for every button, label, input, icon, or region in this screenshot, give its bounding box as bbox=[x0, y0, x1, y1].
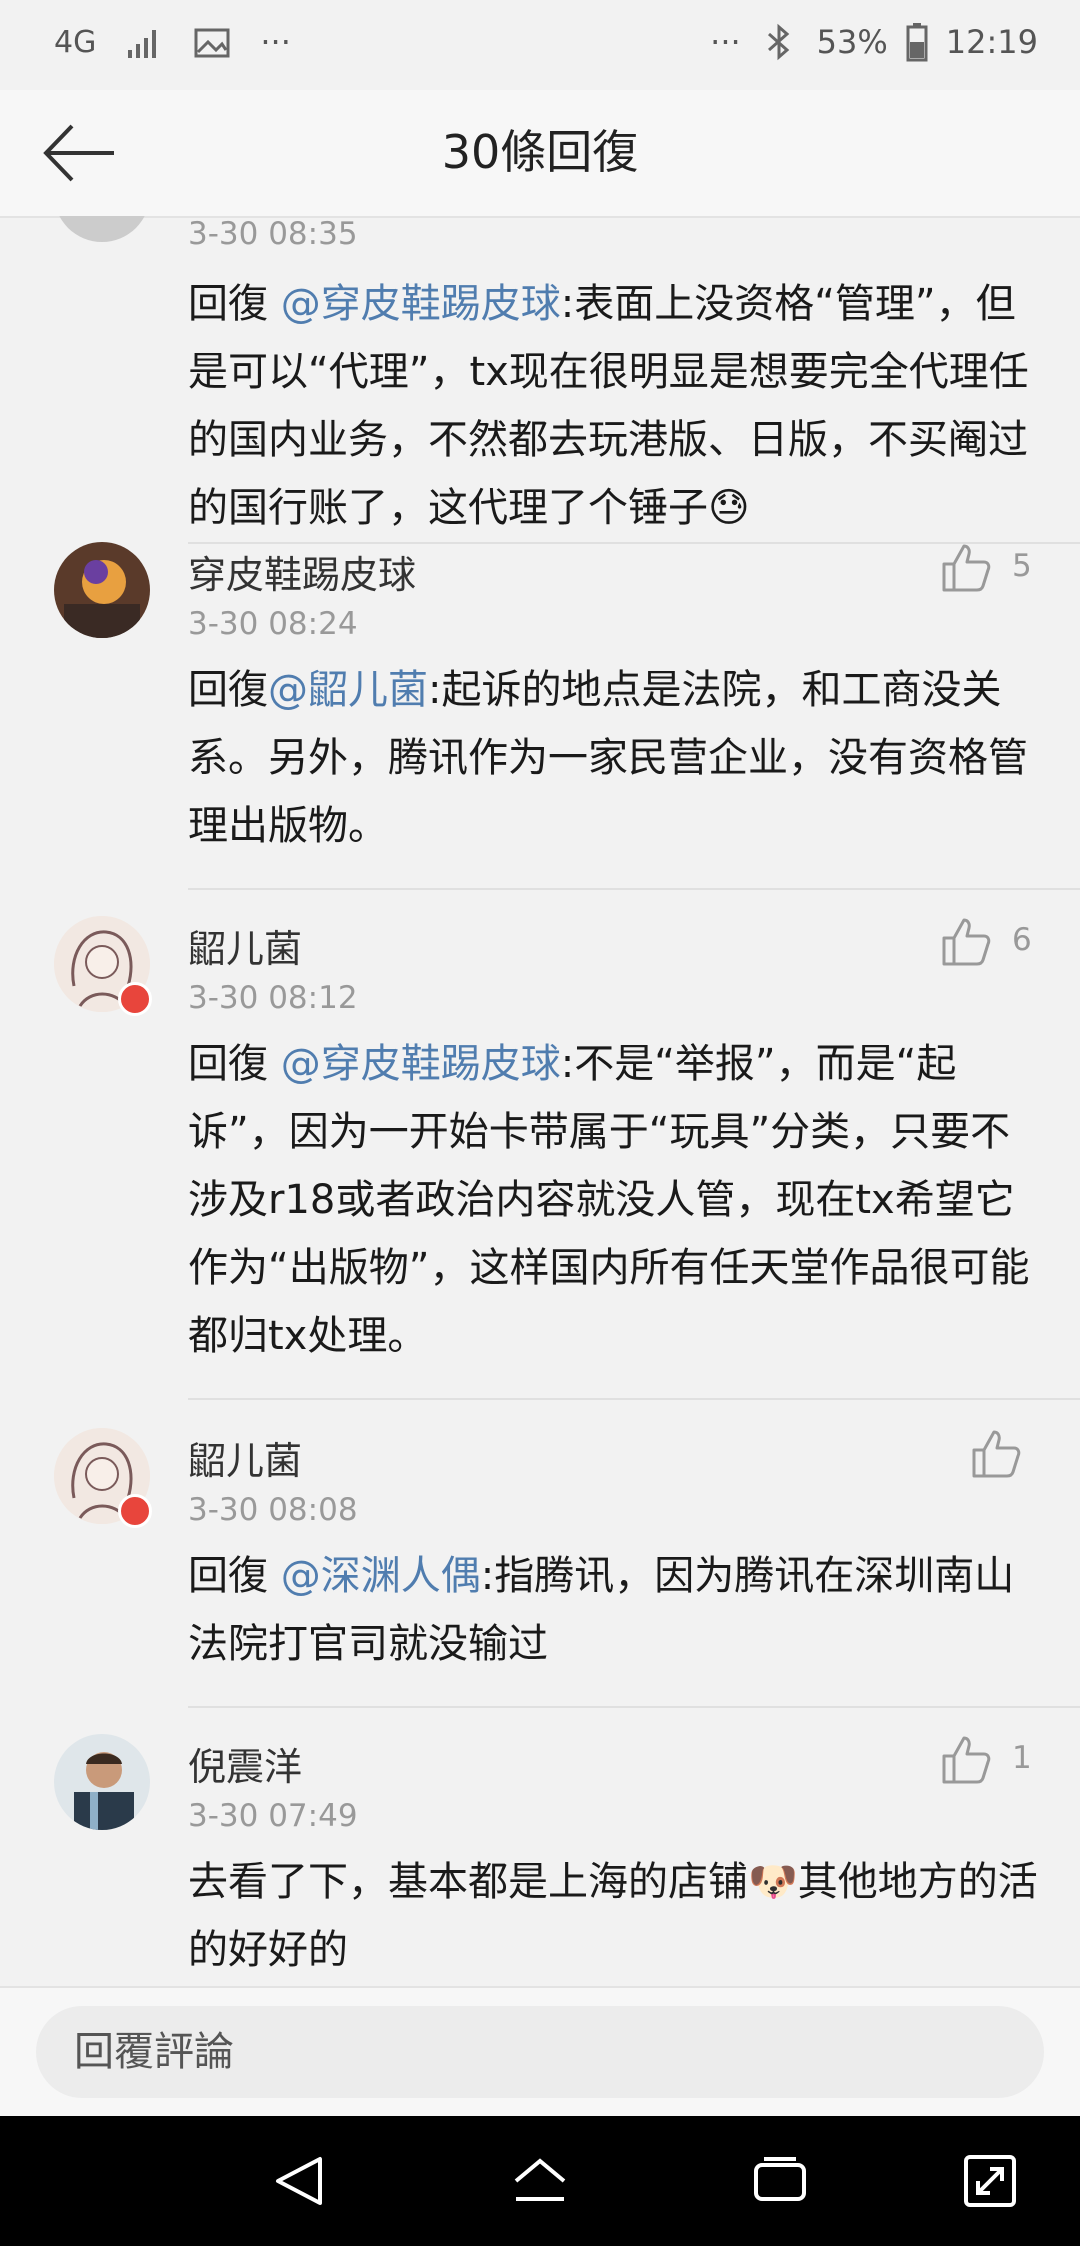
divider bbox=[188, 888, 1080, 890]
commenter-name[interactable]: 鼦儿菌 bbox=[188, 1430, 302, 1485]
recents-icon[interactable] bbox=[750, 2151, 810, 2211]
thumbs-up-icon[interactable] bbox=[940, 1734, 992, 1786]
home-icon[interactable] bbox=[510, 2151, 570, 2211]
like-count: 6 bbox=[1012, 922, 1032, 958]
system-nav-bar bbox=[0, 2116, 1080, 2246]
avatar[interactable] bbox=[54, 542, 150, 638]
commenter-name[interactable]: 穿皮鞋踢皮球 bbox=[188, 544, 416, 599]
app-header: 30條回復 bbox=[0, 90, 1080, 218]
reply-prefix: 回復 bbox=[188, 1041, 281, 1087]
expand-icon[interactable] bbox=[960, 2151, 1020, 2211]
bluetooth-icon bbox=[767, 23, 789, 61]
avatar[interactable] bbox=[54, 1734, 150, 1830]
avatar[interactable] bbox=[54, 216, 150, 242]
thumbs-up-icon[interactable] bbox=[940, 542, 992, 594]
battery-icon bbox=[906, 23, 928, 62]
triangle-back-icon[interactable] bbox=[270, 2151, 330, 2211]
like-count: 5 bbox=[1012, 548, 1032, 584]
thumbs-up-icon[interactable] bbox=[940, 916, 992, 968]
comment-time: 3-30 08:24 bbox=[188, 606, 358, 642]
status-bar: 4G ··· ··· 53% 12:19 bbox=[0, 0, 1080, 90]
comment-text: 去看了下，基本都是上海的店铺🐶其他地方的活的好好的 bbox=[188, 1848, 1038, 1984]
comment-time: 3-30 08:35 bbox=[188, 216, 358, 252]
mention-link[interactable]: @穿皮鞋踢皮球 bbox=[281, 1041, 561, 1087]
clock: 12:19 bbox=[945, 23, 1038, 61]
reply-prefix: 回復 bbox=[188, 1553, 281, 1599]
comment-list[interactable]: 3-30 08:35 回復 @穿皮鞋踢皮球:表面上没资格“管理”，但是可以“代理… bbox=[0, 216, 1080, 1986]
comment-text: 回復@鼦儿菌:起诉的地点是法院，和工商没关系。另外，腾讯作为一家民营企业，没有资… bbox=[188, 656, 1038, 860]
comment-text: 回復 @穿皮鞋踢皮球:不是“举报”，而是“起诉”，因为一开始卡带属于“玩具”分类… bbox=[188, 1030, 1038, 1370]
commenter-name[interactable]: 倪震洋 bbox=[188, 1736, 302, 1791]
reply-prefix: 回復 bbox=[188, 667, 268, 713]
mention-link[interactable]: @穿皮鞋踢皮球 bbox=[281, 281, 561, 327]
more-notifications-left: ··· bbox=[260, 23, 291, 61]
like-count: 1 bbox=[1012, 1740, 1032, 1776]
mention-link[interactable]: @鼦儿菌 bbox=[268, 667, 428, 713]
commenter-name[interactable]: 鼦儿菌 bbox=[188, 918, 302, 973]
avatar-image bbox=[54, 542, 150, 638]
verified-badge-icon bbox=[118, 982, 152, 1016]
comment-body: 去看了下，基本都是上海的店铺🐶其他地方的活的好好的 bbox=[188, 1859, 1038, 1973]
more-notifications-right: ··· bbox=[710, 23, 741, 61]
network-indicator: 4G bbox=[54, 24, 97, 60]
comment-time: 3-30 08:12 bbox=[188, 980, 358, 1016]
reply-bar: 回覆評論 bbox=[0, 1986, 1080, 2118]
image-notification-icon bbox=[194, 28, 230, 58]
mention-link[interactable]: @深渊人偶 bbox=[281, 1553, 481, 1599]
reply-prefix: 回復 bbox=[188, 281, 281, 327]
verified-badge-icon bbox=[118, 1494, 152, 1528]
comment-text: 回復 @深渊人偶:指腾讯，因为腾讯在深圳南山法院打官司就没输过 bbox=[188, 1542, 1038, 1678]
comment-body: :不是“举报”，而是“起诉”，因为一开始卡带属于“玩具”分类，只要不涉及r18或… bbox=[188, 1041, 1030, 1359]
avatar-image bbox=[54, 1734, 150, 1830]
battery-percent: 53% bbox=[816, 23, 888, 61]
comment-time: 3-30 08:08 bbox=[188, 1492, 358, 1528]
signal-icon bbox=[128, 30, 157, 58]
comment-time: 3-30 07:49 bbox=[188, 1798, 358, 1834]
comment-text: 回復 @穿皮鞋踢皮球:表面上没资格“管理”，但是可以“代理”，tx现在很明显是想… bbox=[188, 270, 1038, 542]
reply-input[interactable]: 回覆評論 bbox=[36, 2006, 1044, 2098]
thumbs-up-icon[interactable] bbox=[970, 1428, 1022, 1480]
page-title: 30條回復 bbox=[441, 125, 639, 179]
divider bbox=[188, 1706, 1080, 1708]
divider bbox=[188, 1398, 1080, 1400]
